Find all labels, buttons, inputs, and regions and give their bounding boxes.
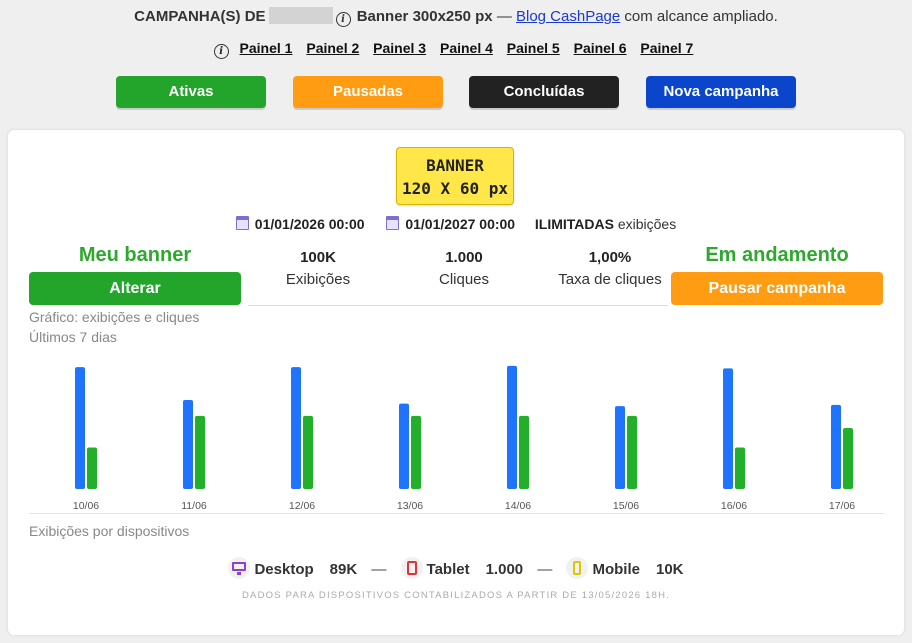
calendar-icon xyxy=(386,216,400,230)
info-icon[interactable]: i xyxy=(335,12,351,27)
stat-label: Exibições xyxy=(285,271,351,288)
device-breakdown: Desktop 89K — Tablet 1.000 — Mobile 10K xyxy=(8,557,904,580)
x-tick-label: 16/06 xyxy=(721,500,747,512)
panel-link-5[interactable]: Painel 5 xyxy=(507,40,560,56)
stats-panel: 100K Exibições 1.000 Cliques 1,00% Taxa … xyxy=(248,246,668,306)
clicks-bar xyxy=(843,428,853,489)
impressions-bar xyxy=(723,368,733,489)
campaign-header: CAMPANHA(S) DE i Banner 300x250 px — Blog… xyxy=(0,7,912,27)
tablet-icon xyxy=(400,557,423,579)
stat-value: 1.000 xyxy=(445,249,483,266)
banner-preview-line1: BANNER xyxy=(426,156,484,175)
desktop-icon xyxy=(228,557,251,579)
stat-label: Taxa de cliques xyxy=(558,271,662,288)
pause-campaign-button[interactable]: Pausar campanha xyxy=(671,272,883,305)
panel-link-7[interactable]: Painel 7 xyxy=(640,40,693,56)
clicks-bar xyxy=(87,447,97,489)
x-tick-label: 12/06 xyxy=(289,500,315,512)
x-tick-label: 13/06 xyxy=(397,500,423,512)
device-value: 1.000 xyxy=(485,561,524,578)
clicks-bar xyxy=(735,447,745,489)
stat-impressions: 100K Exibições xyxy=(248,246,388,290)
x-tick-label: 14/06 xyxy=(505,500,531,512)
clicks-bar xyxy=(627,415,637,489)
x-tick-label: 11/06 xyxy=(181,500,207,512)
impressions-limit: ILIMITADAS xyxy=(534,216,614,232)
impressions-bar xyxy=(615,406,625,489)
panel-link-1[interactable]: Painel 1 xyxy=(240,40,293,56)
header-dash: — xyxy=(496,8,512,25)
campaign-card: BANNER 120 X 60 px 01/01/2026 00:00 01/0… xyxy=(8,130,904,635)
chart-period: Últimos 7 dias xyxy=(29,329,117,345)
impressions-bar xyxy=(75,367,85,489)
stat-clicks: 1.000 Cliques xyxy=(394,246,534,290)
impressions-bar xyxy=(831,404,841,489)
chart-divider xyxy=(29,513,884,514)
redacted-username xyxy=(268,7,333,24)
new-campaign-button[interactable]: Nova campanha xyxy=(646,76,796,108)
banner-column: Meu banner Alterar xyxy=(29,242,241,305)
stat-ctr: 1,00% Taxa de cliques xyxy=(540,246,680,290)
devices-footnote: DADOS PARA DISPOSITIVOS CONTABILIZADOS A… xyxy=(241,590,670,601)
impressions-bar xyxy=(507,365,517,489)
info-icon[interactable]: i xyxy=(213,44,229,59)
paused-campaigns-button[interactable]: Pausadas xyxy=(293,76,443,108)
impressions-bar xyxy=(399,403,409,489)
banner-preview: BANNER 120 X 60 px xyxy=(396,147,514,205)
status-column: Em andamento Pausar campanha xyxy=(671,242,883,305)
device-name: Mobile xyxy=(592,561,640,578)
impressions-clicks-chart: 10/06 11/06 12/06 13/06 14/06 15/06 16/06 17/06 xyxy=(29,355,884,515)
panel-link-3[interactable]: Painel 3 xyxy=(373,40,426,56)
x-tick-label: 15/06 xyxy=(613,500,639,512)
device-name: Desktop xyxy=(254,561,314,578)
header-suffix: com alcance ampliado. xyxy=(624,8,778,25)
completed-campaigns-button[interactable]: Concluídas xyxy=(469,76,619,108)
panel-link-2[interactable]: Painel 2 xyxy=(306,40,359,56)
stat-value: 100K xyxy=(300,249,336,266)
header-prefix: CAMPANHA(S) DE xyxy=(134,8,266,25)
end-date: 01/01/2027 00:00 xyxy=(405,216,516,232)
clicks-bar xyxy=(411,415,421,489)
campaign-status: Em andamento xyxy=(705,244,849,266)
active-campaigns-button[interactable]: Ativas xyxy=(116,76,266,108)
site-link[interactable]: Blog CashPage xyxy=(516,8,620,25)
device-value: 10K xyxy=(655,561,684,578)
device-value: 89K xyxy=(329,561,358,578)
x-tick-label: 10/06 xyxy=(73,500,99,512)
impressions-bar xyxy=(291,367,301,489)
x-tick-label: 17/06 xyxy=(829,500,855,512)
stat-value: 1,00% xyxy=(588,249,632,266)
chart-svg: 10/06 11/06 12/06 13/06 14/06 15/06 16/06 17/06 xyxy=(73,365,855,512)
chart-caption: Gráfico: exibições e cliques xyxy=(29,309,200,325)
impressions-limit-text: exibições xyxy=(617,216,677,232)
banner-preview-line2: 120 X 60 px xyxy=(402,179,508,198)
stat-label: Cliques xyxy=(438,271,490,288)
change-banner-button[interactable]: Alterar xyxy=(29,272,241,305)
device-separator: — xyxy=(537,561,553,578)
panel-link-6[interactable]: Painel 6 xyxy=(574,40,627,56)
panel-link-4[interactable]: Painel 4 xyxy=(440,40,493,56)
clicks-bar xyxy=(519,415,529,489)
filter-buttons: Ativas Pausadas Concluídas Nova campanha xyxy=(0,76,912,110)
panel-nav: i Painel 1 Painel 2 Painel 3 Painel 4 Pa… xyxy=(0,38,912,59)
device-separator: — xyxy=(371,561,387,578)
start-date: 01/01/2026 00:00 xyxy=(254,216,365,232)
clicks-bar xyxy=(195,415,205,489)
campaign-dates: 01/01/2026 00:00 01/01/2027 00:00 ILIMIT… xyxy=(8,215,904,233)
mobile-icon xyxy=(566,557,589,579)
devices-caption: Exibições por dispositivos xyxy=(29,523,190,539)
my-banner-title: Meu banner xyxy=(78,244,192,266)
banner-size-label: Banner 300x250 px xyxy=(356,8,493,25)
clicks-bar xyxy=(303,415,313,489)
calendar-icon xyxy=(235,216,249,230)
device-name: Tablet xyxy=(426,561,470,578)
impressions-bar xyxy=(183,400,193,489)
